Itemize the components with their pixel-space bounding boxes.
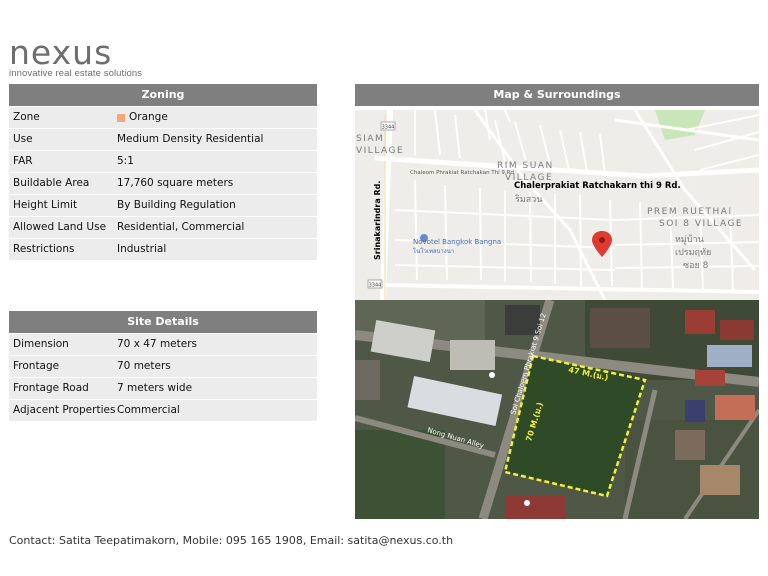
zoning-row-far: FAR 5:1 <box>9 151 317 173</box>
site-details-header: Site Details <box>9 311 317 333</box>
zoning-row-zone: Zone Orange <box>9 107 317 129</box>
srinakarindra-road-label: Srinakarindra Rd. <box>373 181 382 260</box>
site-label: Frontage Road <box>13 382 89 394</box>
site-row-adjacent: Adjacent Properties Commercial <box>9 400 317 422</box>
zoning-row-use: Use Medium Density Residential <box>9 129 317 151</box>
zoning-value: Residential, Commercial <box>117 221 245 233</box>
siam-village-label: SIAM <box>356 134 384 144</box>
route-3344-label-bottom: 3344 <box>369 283 382 289</box>
chalerprakiat-road-label: Chalerprakiat Ratchakarn thi 9 Rd. <box>514 181 681 191</box>
svg-text:VILLAGE: VILLAGE <box>356 146 404 156</box>
novotel-thai-label: โนโวเทลบางนา <box>413 247 454 255</box>
zoning-label: Buildable Area <box>13 177 90 189</box>
nexus-logo: nexus innovative real estate solutions <box>9 33 143 79</box>
zoning-label: Restrictions <box>13 243 75 255</box>
novotel-label: Novotel Bangkok Bangna <box>413 238 501 246</box>
zoning-label: Zone <box>13 111 40 123</box>
svg-text:หมู่บ้าน: หมู่บ้าน <box>675 234 704 245</box>
prem-ruethai-label: PREM RUETHAI <box>647 207 733 217</box>
zoning-value: 17,760 square meters <box>117 177 234 189</box>
zoning-label: Height Limit <box>13 199 78 211</box>
zoning-label: Allowed Land Use <box>13 221 107 233</box>
zoning-table: Zone Orange Use Medium Density Residenti… <box>9 107 317 261</box>
site-value: Commercial <box>117 404 180 416</box>
site-value: 7 meters wide <box>117 382 193 394</box>
site-label: Dimension <box>13 338 69 350</box>
site-details-table: Dimension 70 x 47 meters Frontage 70 met… <box>9 334 317 422</box>
poi-icon[interactable] <box>489 372 495 378</box>
rim-suan-thai-label: ริมสวน <box>515 194 543 205</box>
zoning-row-height-limit: Height Limit By Building Regulation <box>9 195 317 217</box>
chaleom-road-label: Chaleom Phrakiat Ratchakan Thi 9 Rd <box>410 170 514 176</box>
zoning-value: Orange <box>129 111 168 123</box>
site-value: 70 meters <box>117 360 171 372</box>
logo-wordmark: nexus <box>9 33 113 72</box>
satellite-map[interactable]: 47 M.(ม.) 70 M.(ม.) Soi Chaloem Phrakiat… <box>355 300 759 519</box>
zoning-value: 5:1 <box>117 155 134 167</box>
zoning-row-buildable-area: Buildable Area 17,760 square meters <box>9 173 317 195</box>
logo-tagline: innovative real estate solutions <box>9 68 143 79</box>
svg-text:SOI 8 VILLAGE: SOI 8 VILLAGE <box>659 219 743 229</box>
zoning-label: Use <box>13 133 33 145</box>
site-label: Frontage <box>13 360 60 372</box>
map-header: Map & Surroundings <box>355 84 759 106</box>
site-value: 70 x 47 meters <box>117 338 198 350</box>
site-row-frontage: Frontage 70 meters <box>9 356 317 378</box>
zoning-value: Industrial <box>117 243 167 255</box>
zone-color-swatch <box>117 113 125 122</box>
poi-icon[interactable] <box>524 500 530 506</box>
svg-text:ซอย 8: ซอย 8 <box>683 261 709 271</box>
site-row-frontage-road: Frontage Road 7 meters wide <box>9 378 317 400</box>
contact-footer: Contact: Satita Teepatimakorn, Mobile: 0… <box>9 534 454 547</box>
site-row-dimension: Dimension 70 x 47 meters <box>9 334 317 356</box>
street-map[interactable]: 3344 3344 SIAM VILLAGE RIM SUAN VILLAGE … <box>355 110 759 300</box>
site-label: Adjacent Properties <box>13 404 115 416</box>
zoning-label: FAR <box>13 155 33 167</box>
zoning-row-restrictions: Restrictions Industrial <box>9 239 317 261</box>
zoning-value: Medium Density Residential <box>117 133 264 145</box>
svg-text:เปรมฤทัย: เปรมฤทัย <box>675 248 711 258</box>
zoning-header: Zoning <box>9 84 317 106</box>
zoning-row-allowed-land-use: Allowed Land Use Residential, Commercial <box>9 217 317 239</box>
zoning-value: By Building Regulation <box>117 199 236 211</box>
route-3344-label-top: 3344 <box>382 125 395 131</box>
